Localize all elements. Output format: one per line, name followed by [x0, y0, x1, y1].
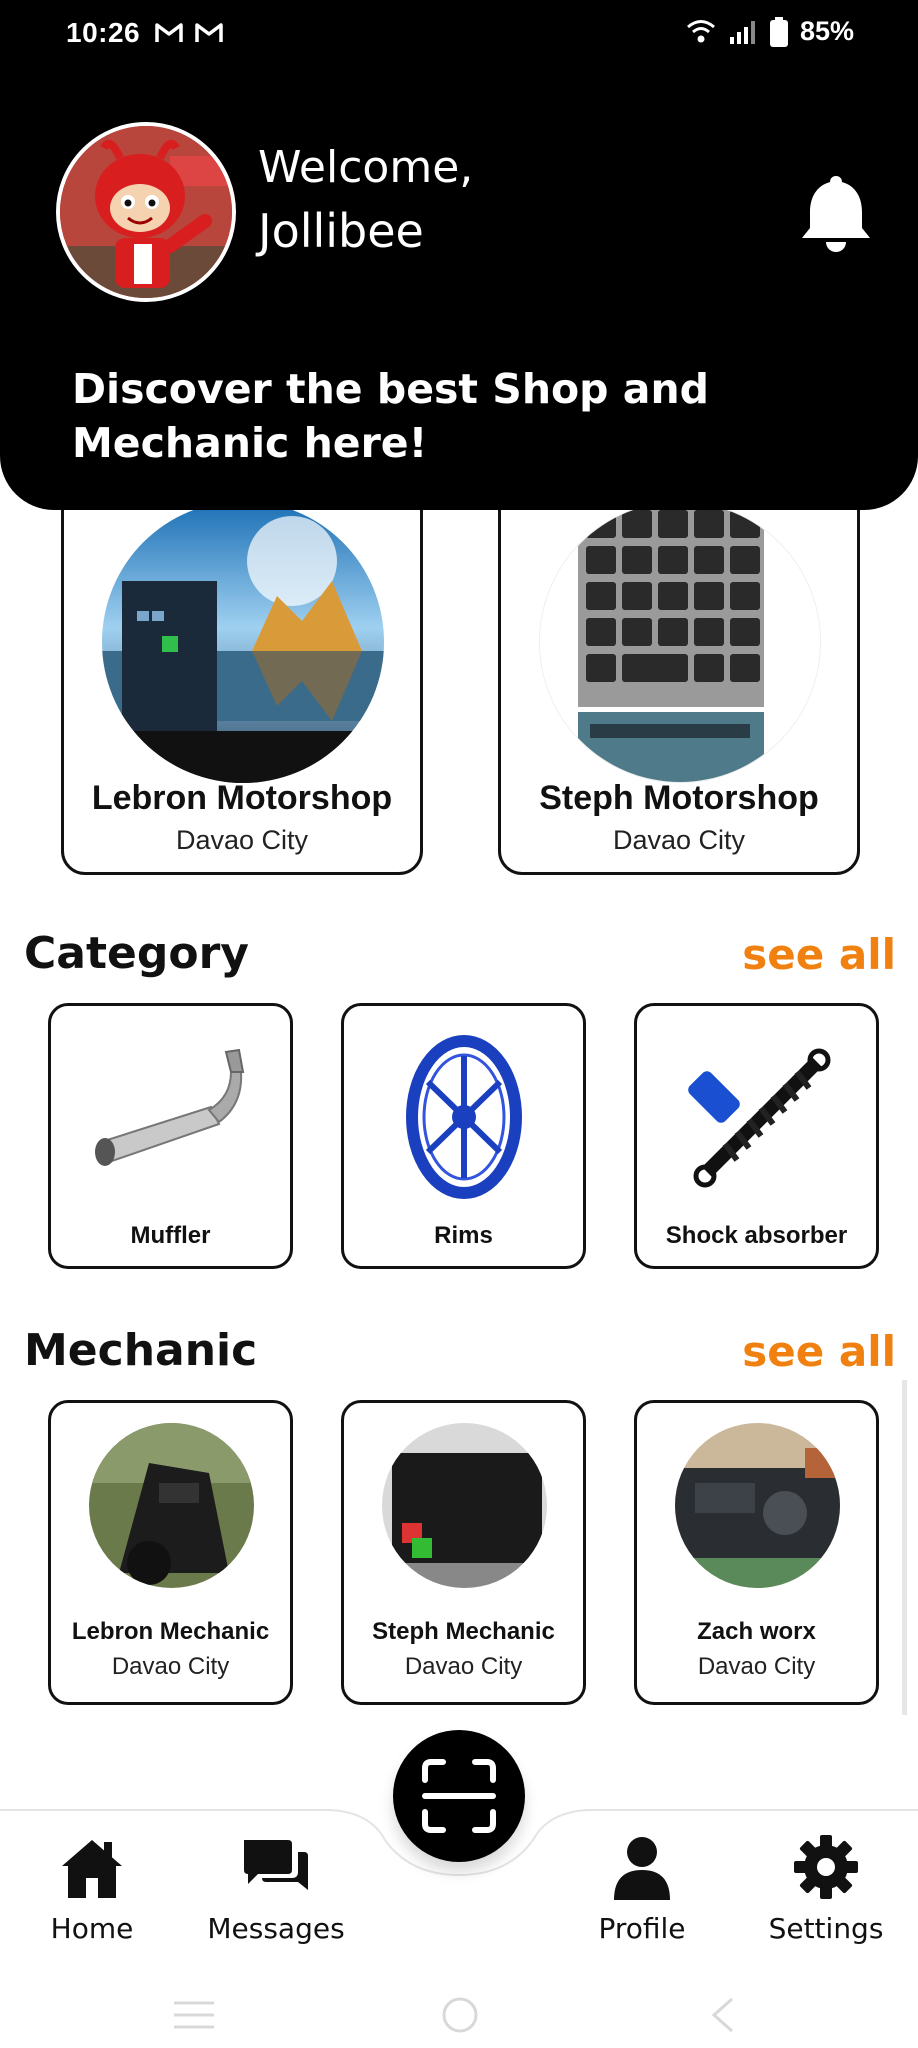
- nav-profile[interactable]: Profile: [552, 1834, 732, 1945]
- mechanic-location: Davao City: [404, 1653, 523, 1680]
- scan-icon: [422, 1759, 496, 1833]
- welcome-greeting: Welcome,: [258, 142, 474, 193]
- category-see-all-link[interactable]: see all: [742, 930, 896, 979]
- nav-messages[interactable]: Messages: [186, 1834, 366, 1945]
- avatar[interactable]: [56, 122, 236, 302]
- category-label: Rims: [434, 1222, 493, 1249]
- mechanic-name: Zach worx: [697, 1618, 816, 1645]
- status-bar: 10:26 85%: [0, 0, 918, 66]
- shop-name: Steph Motorshop: [539, 779, 819, 817]
- battery-icon: [769, 16, 788, 47]
- shop-card-lebron[interactable]: Lebron Motorshop Davao City: [61, 470, 423, 875]
- wifi-icon: [686, 19, 715, 42]
- category-item-rims[interactable]: Rims: [341, 1003, 586, 1269]
- category-item-muffler[interactable]: Muffler: [48, 1003, 293, 1269]
- mechanic-name: Steph Mechanic: [372, 1618, 555, 1645]
- battery-percentage: 85%: [799, 16, 854, 46]
- bell-icon[interactable]: [800, 172, 872, 252]
- shop-image: [102, 501, 384, 783]
- shop-name: Lebron Motorshop: [91, 779, 393, 817]
- nav-home-label: Home: [50, 1912, 134, 1945]
- gmail-icon: [195, 23, 223, 42]
- header: 10:26 85% Welcome, Jollibee Discover the…: [0, 0, 918, 510]
- status-time: 10:26: [66, 17, 141, 48]
- shop-location: Davao City: [175, 825, 309, 855]
- category-label: Shock absorber: [665, 1222, 848, 1249]
- mechanic-photo: [675, 1423, 840, 1588]
- mechanic-location: Davao City: [697, 1653, 816, 1680]
- home-icon: [62, 1840, 122, 1898]
- mechanic-photo: [382, 1423, 547, 1588]
- system-nav-bar: [0, 1985, 918, 2048]
- shop-location: Davao City: [612, 825, 746, 855]
- mechanic-card-zach[interactable]: Zach worx Davao City: [634, 1400, 879, 1705]
- mechanic-location: Davao City: [111, 1653, 230, 1680]
- nav-profile-label: Profile: [598, 1912, 686, 1945]
- settings-icon: [794, 1835, 858, 1899]
- nav-home[interactable]: Home: [2, 1834, 182, 1945]
- scroll-indicator: [902, 1380, 907, 1715]
- mechanic-card-steph[interactable]: Steph Mechanic Davao City: [341, 1400, 586, 1705]
- nav-messages-label: Messages: [207, 1912, 345, 1945]
- mechanic-title: Mechanic: [24, 1325, 258, 1376]
- gmail-icon: [155, 23, 183, 42]
- category-title: Category: [24, 928, 249, 979]
- user-name: Jollibee: [258, 204, 424, 258]
- back-icon[interactable]: [711, 1997, 733, 2033]
- shop-card-steph[interactable]: Steph Motorshop Davao City: [498, 470, 860, 875]
- mechanic-photo: [89, 1423, 254, 1588]
- signal-icon: [729, 20, 755, 44]
- shock-absorber-image: [688, 1048, 831, 1188]
- shop-image: [539, 501, 821, 783]
- mechanic-see-all-link[interactable]: see all: [742, 1327, 896, 1376]
- category-item-shock-absorber[interactable]: Shock absorber: [634, 1003, 879, 1269]
- scan-button[interactable]: [393, 1730, 525, 1862]
- mechanic-card-lebron[interactable]: Lebron Mechanic Davao City: [48, 1400, 293, 1705]
- mechanic-name: Lebron Mechanic: [71, 1618, 270, 1645]
- nav-settings-label: Settings: [768, 1912, 884, 1945]
- home-system-icon[interactable]: [442, 1997, 478, 2033]
- category-label: Muffler: [130, 1222, 211, 1249]
- profile-icon: [614, 1837, 670, 1900]
- recent-apps-icon[interactable]: [174, 2001, 214, 2029]
- rims-image: [406, 1035, 522, 1199]
- nav-settings[interactable]: Settings: [736, 1834, 916, 1945]
- muffler-image: [95, 1048, 245, 1166]
- tagline: Discover the best Shop and Mechanic here…: [72, 365, 710, 467]
- messages-icon: [244, 1840, 308, 1890]
